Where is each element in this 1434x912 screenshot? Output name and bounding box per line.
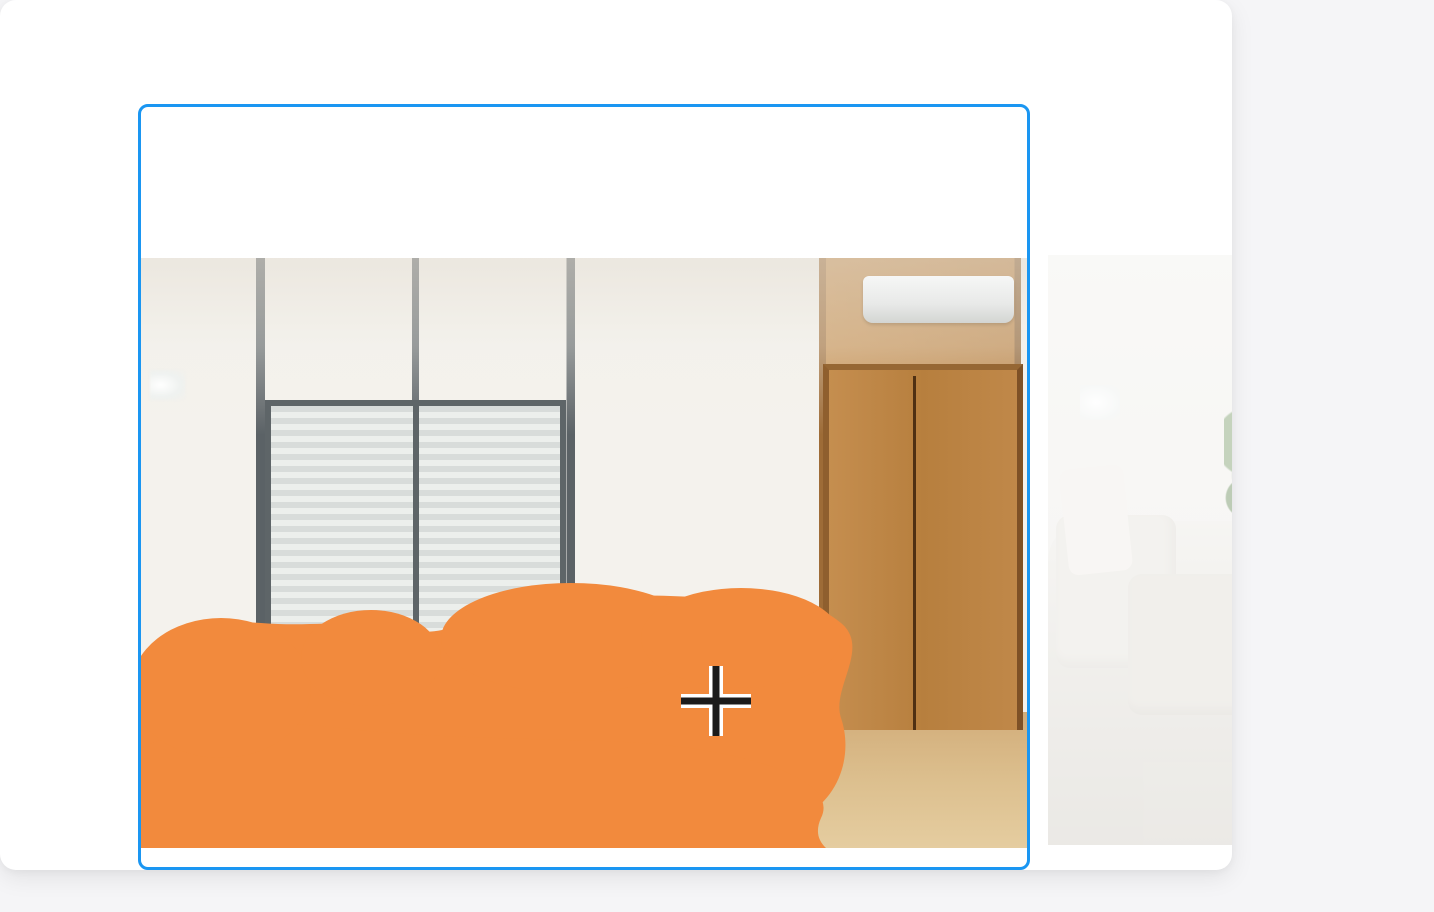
- image-canvas[interactable]: [138, 104, 1030, 870]
- empty-room-photo: [141, 258, 1027, 848]
- editor-card: [0, 0, 1232, 870]
- result-preview[interactable]: [1048, 104, 1232, 870]
- furnished-room-photo: [1048, 255, 1232, 845]
